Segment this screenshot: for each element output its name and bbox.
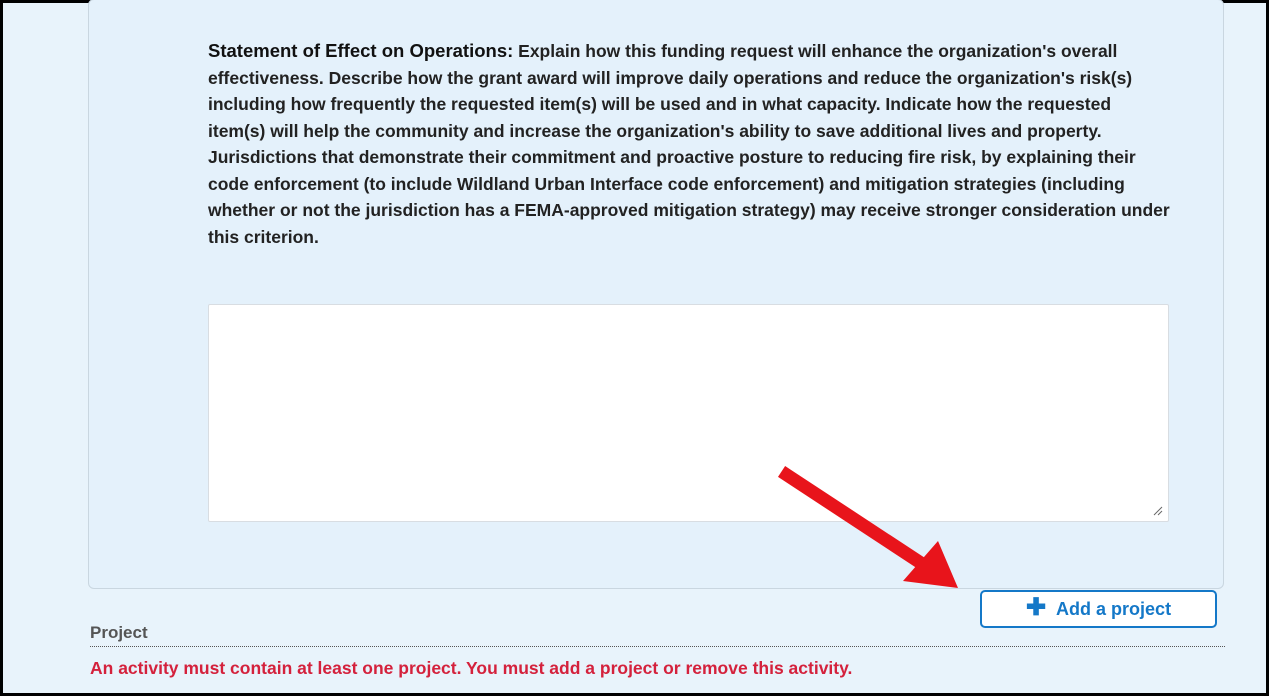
red-arrow-icon (777, 465, 958, 588)
add-project-label: Add a project (1056, 598, 1172, 619)
section-divider (90, 646, 1225, 647)
add-project-button[interactable]: ✚ Add a project (980, 590, 1217, 628)
statement-lead: Statement of Effect on Operations: (208, 40, 514, 61)
plus-icon: ✚ (1025, 594, 1047, 621)
project-section-label: Project (90, 623, 148, 642)
statement-textarea[interactable] (208, 304, 1169, 522)
project-error-message: An activity must contain at least one pr… (90, 658, 853, 678)
screenshot-frame: Statement of Effect on Operations: Expla… (0, 0, 1269, 696)
resize-grip-icon[interactable] (1153, 506, 1163, 516)
statement-text: Explain how this funding request will en… (208, 41, 1170, 247)
statement-prompt: Statement of Effect on Operations: Expla… (208, 38, 1170, 250)
